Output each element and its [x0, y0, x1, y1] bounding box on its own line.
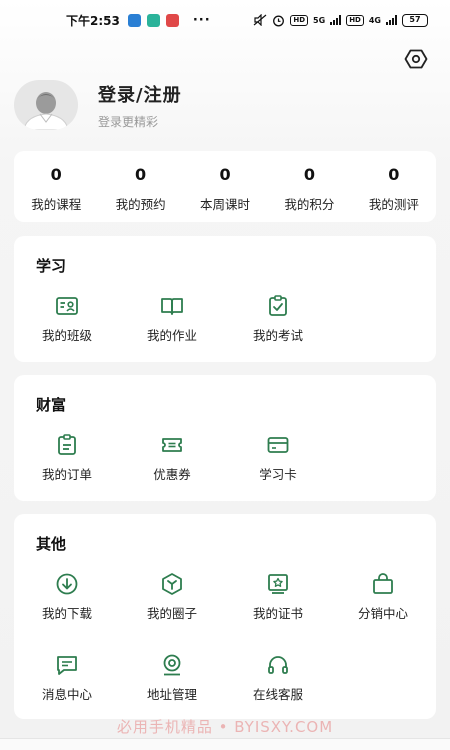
section-title: 其他	[36, 535, 67, 553]
stat-my-appointments[interactable]: 0 我的预约	[98, 151, 182, 222]
other-section: 其他 我的下载 我的圈子 我的证书 分销中心 消息中心 地址管理 在线客服	[14, 514, 436, 719]
settings-hex-icon	[404, 49, 428, 69]
stat-label: 我的测评	[368, 197, 419, 212]
network-type: 4G	[368, 15, 381, 25]
stat-label: 我的预约	[115, 197, 166, 212]
card-icon	[267, 437, 289, 453]
coupons-button[interactable]: 优惠券	[122, 433, 222, 483]
item-label: 我的圈子	[146, 606, 197, 621]
online-service-button[interactable]: 在线客服	[228, 653, 328, 703]
class-card-icon	[56, 297, 78, 315]
profile-header[interactable]: 登录/注册 登录更精彩	[14, 80, 182, 130]
location-icon	[163, 654, 181, 676]
mute-icon	[253, 14, 267, 26]
item-label: 我的订单	[41, 467, 92, 482]
app-notification-icon	[127, 13, 141, 27]
stat-value: 0	[303, 165, 315, 184]
my-circle-button[interactable]: 我的圈子	[122, 572, 222, 622]
status-bar: 下午2:53 ··· HD 5G HD 4G 57	[0, 0, 450, 40]
stats-card: 0 我的课程 0 我的预约 0 本周课时 0 我的积分 0 我的测评	[14, 151, 436, 222]
battery-indicator: 57	[402, 13, 428, 27]
stat-weekly-hours[interactable]: 0 本周课时	[183, 151, 267, 222]
distribution-center-button[interactable]: 分销中心	[333, 572, 433, 622]
item-label: 我的作业	[146, 328, 197, 343]
order-clipboard-icon	[58, 434, 76, 455]
settings-button[interactable]	[402, 47, 430, 71]
stat-value: 0	[135, 165, 147, 184]
my-orders-button[interactable]: 我的订单	[17, 433, 117, 483]
item-label: 优惠券	[153, 467, 191, 482]
network-type: 5G	[313, 15, 326, 25]
address-management-button[interactable]: 地址管理	[122, 653, 222, 703]
default-avatar-icon	[23, 92, 69, 130]
item-label: 我的考试	[252, 328, 303, 343]
clipboard-check-icon	[269, 295, 287, 316]
item-label: 学习卡	[259, 467, 297, 482]
stat-label: 本周课时	[200, 197, 251, 212]
wealth-section: 财富 我的订单 优惠券 学习卡	[14, 375, 436, 501]
hd-badge: HD	[346, 14, 364, 26]
item-label: 我的班级	[41, 328, 92, 343]
headset-icon	[268, 656, 288, 674]
study-section: 学习 我的班级 我的作业 我的考试	[14, 236, 436, 362]
signal-icon	[386, 15, 397, 25]
watermark: 必用手机精品 • BYISXY.COM	[116, 718, 334, 736]
stat-value: 0	[388, 165, 400, 184]
item-label: 在线客服	[252, 687, 303, 702]
section-title: 财富	[36, 396, 67, 414]
my-exam-button[interactable]: 我的考试	[228, 294, 328, 344]
shopping-bag-icon	[373, 573, 393, 594]
my-homework-button[interactable]: 我的作业	[122, 294, 222, 344]
my-certificates-button[interactable]: 我的证书	[228, 572, 328, 622]
stat-my-assessments[interactable]: 0 我的测评	[352, 151, 436, 222]
download-icon	[56, 573, 78, 595]
item-label: 消息中心	[41, 687, 92, 702]
item-label: 分销中心	[357, 606, 408, 621]
message-center-button[interactable]: 消息中心	[17, 653, 117, 703]
certificate-icon	[268, 574, 288, 594]
book-icon	[161, 298, 183, 315]
login-subtitle: 登录更精彩	[98, 114, 159, 129]
bottom-tab-bar[interactable]	[0, 738, 450, 750]
item-label: 地址管理	[146, 687, 197, 702]
stat-value: 0	[50, 165, 62, 184]
login-register-link[interactable]: 登录/注册	[98, 81, 182, 107]
stat-label: 我的课程	[31, 197, 82, 212]
stat-value: 0	[219, 165, 231, 184]
alarm-icon	[273, 15, 285, 26]
stat-label: 我的积分	[284, 197, 335, 212]
app-notification-icon	[146, 13, 160, 27]
stat-my-courses[interactable]: 0 我的课程	[14, 151, 98, 222]
avatar[interactable]	[14, 80, 78, 130]
status-time: 下午2:53	[66, 13, 120, 28]
app-notification-icon	[165, 13, 179, 27]
hd-badge: HD	[290, 14, 309, 26]
section-title: 学习	[36, 257, 67, 275]
message-icon	[57, 656, 77, 675]
more-notifications: ···	[192, 12, 211, 28]
coupon-icon	[162, 438, 182, 452]
my-downloads-button[interactable]: 我的下载	[17, 572, 117, 622]
study-card-button[interactable]: 学习卡	[228, 433, 328, 483]
item-label: 我的证书	[252, 606, 303, 621]
circle-hex-icon	[162, 573, 182, 595]
item-label: 我的下载	[41, 606, 92, 621]
my-class-button[interactable]: 我的班级	[17, 294, 117, 344]
stat-my-points[interactable]: 0 我的积分	[267, 151, 351, 222]
signal-icon	[330, 15, 342, 25]
